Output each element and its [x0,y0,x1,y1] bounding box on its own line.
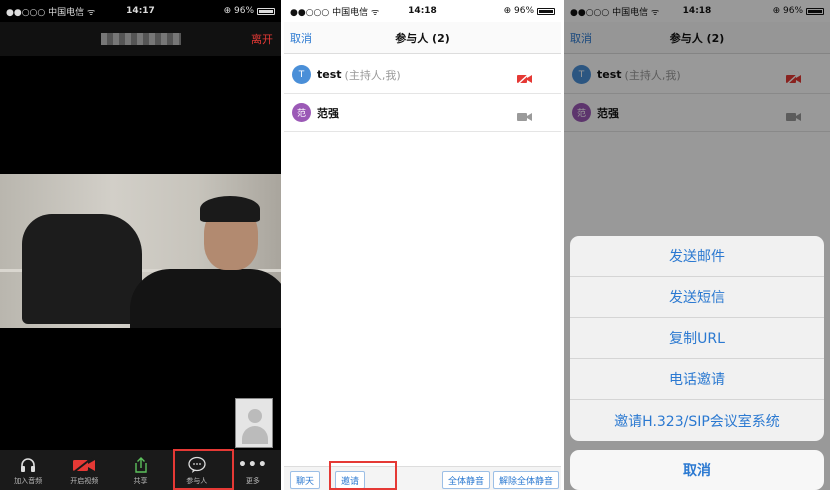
clock: 14:18 [408,6,437,16]
meeting-toolbar: 加入音频 开启视频 共享 参与人 ••• 更多 [0,450,281,490]
participant-row[interactable]: T test (主持人,我) [284,56,561,94]
video-icon [517,107,533,126]
join-audio-label: 加入音频 [14,477,43,485]
status-bar: ●●○○○ 中国电信 ᯤ 14:17 ⊕ 96% [0,0,281,22]
active-speaker-video [0,174,281,328]
participant-name: test [317,68,342,81]
sheet-cancel-button[interactable]: 取消 [570,450,824,490]
mute-all-button[interactable]: 全体静音 [442,471,490,489]
chair-shape [22,214,142,324]
share-icon [132,456,150,474]
invite-highlight [329,461,397,490]
meeting-id-redacted [101,33,181,45]
copy-url-option[interactable]: 复制URL [570,318,824,359]
avatar-placeholder-body [242,426,268,444]
avatar-placeholder-head [248,409,262,423]
avatar: T [292,65,311,84]
status-bar: ●●○○○ 中国电信 ᯤ 14:18 ⊕ 96% [284,0,561,22]
navigation-bar: 取消 参与人 (2) [284,22,561,54]
start-video-button[interactable]: 开启视频 [56,450,112,490]
self-video-thumbnail[interactable] [235,398,273,448]
person-body [130,269,281,328]
room-system-invite-option[interactable]: 邀请H.323/SIP会议室系统 [570,400,824,441]
unmute-all-button[interactable]: 解除全体静音 [493,471,559,489]
send-sms-option[interactable]: 发送短信 [570,277,824,318]
participants-screen: ●●○○○ 中国电信 ᯤ 14:18 ⊕ 96% 取消 参与人 (2) T te… [284,0,561,490]
start-video-label: 开启视频 [70,477,99,485]
headphones-icon [19,456,37,474]
clock: 14:17 [126,6,155,16]
video-off-icon [72,456,96,474]
share-label: 共享 [133,477,148,485]
avatar: 范 [292,103,311,122]
participant-list: T test (主持人,我) 范 范强 [284,56,561,132]
participant-role: (主持人,我) [344,68,401,82]
page-title: 参与人 (2) [395,32,450,45]
share-button[interactable]: 共享 [112,450,168,490]
leave-button[interactable]: 离开 [251,31,273,47]
participants-highlight [173,449,234,490]
invite-sheet-screen: ●●○○○ 中国电信 ᯤ 14:18 ⊕ 96% 取消 参与人 (2) T te… [564,0,830,490]
participants-bottom-bar: 聊天 邀请 全体静音 解除全体静音 [284,466,561,490]
battery-icon [537,7,555,15]
more-icon: ••• [237,457,268,473]
participant-name: 范强 [317,106,339,120]
video-off-icon [517,69,533,88]
phone-invite-option[interactable]: 电话邀请 [570,359,824,400]
person-hair [200,196,260,222]
chat-button[interactable]: 聊天 [290,471,320,489]
join-audio-button[interactable]: 加入音频 [0,450,56,490]
meeting-screen: ●●○○○ 中国电信 ᯤ 14:17 ⊕ 96% 离开 加入音频 开启视频 共享… [0,0,281,490]
meeting-header: 离开 [0,22,281,56]
invite-action-sheet: 发送邮件 发送短信 复制URL 电话邀请 邀请H.323/SIP会议室系统 [570,236,824,441]
send-email-option[interactable]: 发送邮件 [570,236,824,277]
more-label: 更多 [245,477,260,485]
battery-icon [257,7,275,15]
participant-row[interactable]: 范 范强 [284,94,561,132]
